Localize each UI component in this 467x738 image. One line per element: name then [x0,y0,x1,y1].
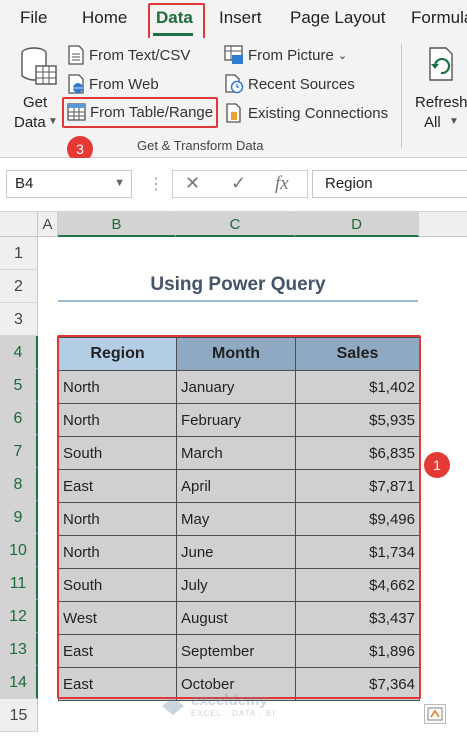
watermark-tagline: EXCEL · DATA · BI [191,709,276,718]
row-header[interactable]: 14 [0,666,38,699]
recent-sources-label: Recent Sources [248,75,355,93]
column-header-b[interactable]: B [58,212,176,237]
from-table-range-highlight [62,97,218,128]
row-header[interactable]: 4 [0,336,38,369]
cancel-icon[interactable]: ✕ [185,173,200,194]
row-header[interactable]: 3 [0,303,38,336]
from-text-csv-label: From Text/CSV [89,46,191,64]
tab-home[interactable]: Home [82,8,127,28]
sheet-title: Using Power Query [150,274,326,295]
data-range-highlight [57,335,421,699]
from-picture-label: From Picture [248,46,334,64]
refresh-all-label-2: All [424,114,441,131]
row-header[interactable]: 13 [0,633,38,666]
watermark-name: exceldemy [191,692,268,709]
web-page-icon [68,74,84,94]
exceldemy-logo-icon [162,697,184,715]
formula-input[interactable]: Region [312,170,467,198]
formula-bar: B4 ▼ ⋮ ✕ ✓ fx Region [0,158,467,212]
get-data-label: Get [23,94,48,111]
menu-tab-bar: File Home Data Insert Page Layout Formul… [0,0,467,38]
existing-connections-icon [226,103,241,123]
tab-page-layout[interactable]: Page Layout [290,8,385,28]
recent-sources-icon [225,74,244,94]
row-header[interactable]: 5 [0,369,38,402]
column-header-d[interactable]: D [295,212,419,237]
enter-icon[interactable]: ✓ [231,173,246,194]
tab-file[interactable]: File [20,8,47,28]
title-underline [58,300,418,302]
column-header-e[interactable] [419,212,467,237]
step-badge-1: 1 [424,452,450,478]
ribbon-group-label: Get & Transform Data [137,138,264,153]
get-data-button[interactable]: Get Data ▼ [12,44,60,131]
database-table-icon [21,47,57,85]
row-header[interactable]: 7 [0,435,38,468]
refresh-all-label: Refresh [415,94,467,111]
existing-connections-label: Existing Connections [248,104,389,122]
refresh-icon [429,47,453,81]
text-file-icon [68,45,84,65]
exceldemy-logo: exceldemy EXCEL · DATA · BI [160,692,275,718]
tab-formulas[interactable]: Formula [411,8,467,28]
quick-analysis-glyph-icon [427,707,443,721]
row-header[interactable]: 11 [0,567,38,600]
ribbon-separator [401,44,402,148]
drag-handle-icon[interactable]: ⋮ [148,174,164,194]
from-text-csv-button[interactable]: From Text/CSV [67,45,190,65]
chevron-down-icon: ⌄ [337,49,348,62]
row-header[interactable]: 9 [0,501,38,534]
row-header[interactable]: 2 [0,270,38,303]
row-header[interactable]: 15 [0,699,38,732]
worksheet-grid: A B C D 1 2 3 4 5 6 7 8 9 10 11 12 13 14… [0,212,467,738]
chevron-down-icon: ▼ [48,116,58,127]
from-picture-button[interactable]: From Picture ⌄ [224,45,347,65]
chevron-down-icon: ▼ [449,116,459,127]
name-box[interactable]: B4 ▼ [6,170,132,198]
select-all-corner[interactable] [0,212,38,237]
from-web-label: From Web [89,75,159,93]
get-data-label-2: Data [14,114,46,131]
refresh-all-button[interactable]: Refresh All ▼ [412,44,467,131]
row-header[interactable]: 6 [0,402,38,435]
column-header-a[interactable]: A [38,212,58,237]
formula-buttons: ✕ ✓ fx [172,170,308,198]
row-header[interactable]: 12 [0,600,38,633]
tab-insert[interactable]: Insert [219,8,262,28]
column-header-c[interactable]: C [176,212,295,237]
from-web-button[interactable]: From Web [67,74,159,94]
row-header[interactable]: 1 [0,237,38,270]
insert-function-icon[interactable]: fx [275,173,289,195]
data-tab-highlight [148,3,205,40]
existing-connections-button[interactable]: Existing Connections [224,103,388,123]
name-box-value: B4 [15,175,34,192]
recent-sources-button[interactable]: Recent Sources [224,74,355,94]
chevron-down-icon[interactable]: ▼ [114,177,125,189]
row-header[interactable]: 8 [0,468,38,501]
row-header[interactable]: 10 [0,534,38,567]
picture-table-icon [224,45,243,64]
formula-value: Region [325,175,373,192]
quick-analysis-icon[interactable] [424,704,446,724]
